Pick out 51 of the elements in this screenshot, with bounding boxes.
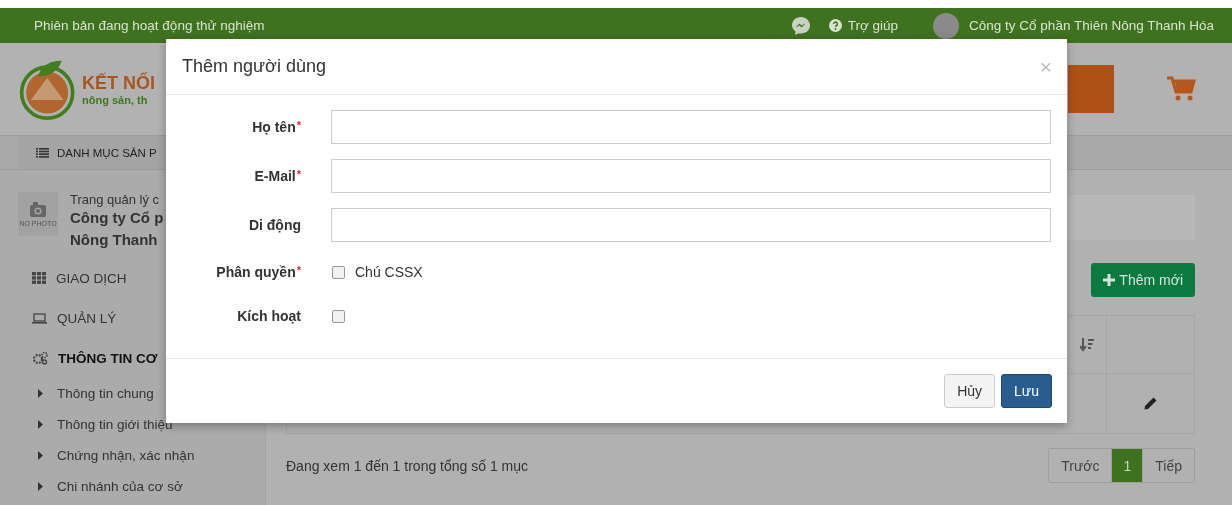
gears-icon: [32, 351, 48, 365]
entries-summary: Đang xem 1 đến 1 trong tổng số 1 mục: [286, 457, 529, 474]
logo-tagline: nông sản, th: [82, 93, 149, 106]
company-name[interactable]: Công ty Cổ phần Thiên Nông Thanh Hóa: [969, 18, 1214, 33]
submenu-item[interactable]: Chi nhánh của cơ sở: [38, 471, 265, 502]
field-label: Di động: [247, 217, 301, 233]
help-link[interactable]: Trợ giúp: [847, 18, 899, 33]
caret-icon: [38, 389, 43, 398]
camera-icon: [30, 201, 46, 217]
text-field[interactable]: [331, 159, 1051, 193]
company-title: Nông Thanh: [70, 230, 159, 250]
cancel-button[interactable]: Hủy: [944, 374, 996, 408]
caret-icon: [38, 482, 43, 491]
list-icon: [36, 147, 49, 158]
checkbox[interactable]: [332, 265, 345, 279]
submenu-item[interactable]: Thông tin chung: [38, 378, 265, 409]
text-field[interactable]: [331, 110, 1051, 144]
plus-icon: [1103, 274, 1116, 286]
sidebar-item[interactable]: THÔNG TIN CƠ: [32, 343, 265, 373]
submenu-item[interactable]: Chứng nhận, xác nhận: [38, 440, 265, 471]
field-label: Kích hoạt: [236, 308, 301, 324]
field-label: Phân quyền$^{*}$: [215, 264, 301, 280]
edit-icon[interactable]: [1144, 397, 1157, 410]
page-link[interactable]: 1: [1111, 449, 1143, 482]
field-label: E-Mail$^{*}$: [253, 168, 301, 184]
caret-icon: [38, 451, 43, 460]
notice-text: Phiên bản đang hoạt động thử nghiệm: [34, 18, 265, 33]
checkbox[interactable]: [332, 309, 345, 323]
text-field[interactable]: [331, 208, 1051, 242]
required-mark: *: [296, 119, 301, 131]
caret-icon: [38, 420, 43, 429]
laptop-icon: [32, 312, 47, 324]
required-mark: *: [296, 264, 301, 276]
save-button[interactable]: Lưu: [1001, 374, 1052, 408]
dialog-title: Thêm người dùng: [182, 56, 326, 77]
submenu-item[interactable]: Thông tin giới thiệu: [38, 409, 265, 440]
checkbox-label: Chú CSSX: [355, 264, 423, 280]
field-label: Họ tên$^{*}$: [251, 119, 301, 135]
page-link[interactable]: Tiếp: [1142, 449, 1194, 482]
help-icon: [828, 19, 842, 32]
page-caption: Trang quản lý c: [70, 192, 161, 207]
add-button[interactable]: Thêm mới: [1091, 263, 1195, 297]
cart-icon[interactable]: [1166, 75, 1196, 103]
grid-icon: [32, 272, 46, 284]
chat-bubble-icon[interactable]: [790, 15, 811, 36]
avatar-icon[interactable]: [933, 12, 960, 39]
sort-icon[interactable]: [1080, 337, 1094, 352]
company-title: Công ty Cổ p: [70, 208, 164, 228]
required-mark: *: [296, 168, 301, 180]
search-button[interactable]: [1068, 65, 1114, 113]
logo-title: KẾT NỐI: [82, 72, 155, 94]
